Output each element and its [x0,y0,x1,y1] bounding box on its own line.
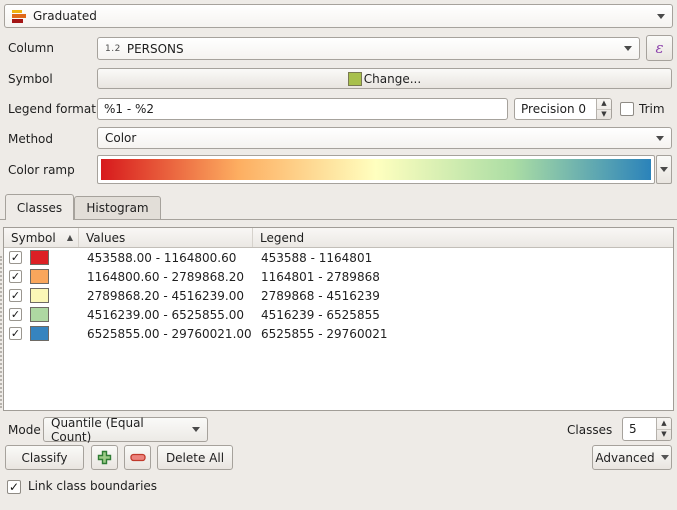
tab-classes[interactable]: Classes [5,194,74,220]
class-color-swatch[interactable] [30,269,49,284]
chevron-down-icon [661,455,669,460]
symbol-change-label: Change... [364,72,421,86]
table-row: ✓ 4516239.00 - 6525855.00 4516239 - 6525… [4,305,673,324]
color-ramp-dropdown-button[interactable] [656,155,672,184]
header-legend[interactable]: Legend [253,228,673,247]
trim-label: Trim [639,101,665,117]
chevron-down-icon [656,136,664,141]
spin-down-button[interactable]: ▼ [597,110,611,120]
classes-count-label: Classes [567,418,612,442]
table-row: ✓ 1164800.60 - 2789868.20 1164801 - 2789… [4,267,673,286]
header-values[interactable]: Values [79,228,253,247]
tab-classes-label: Classes [17,201,62,215]
class-values[interactable]: 4516239.00 - 6525855.00 [79,308,253,322]
classes-table: Symbol ▲ Values Legend ✓ 453588.00 - 116… [3,227,674,411]
renderer-type-select[interactable]: Graduated [4,4,673,28]
class-color-swatch[interactable] [30,250,49,265]
row-checkbox[interactable]: ✓ [9,308,22,321]
expression-builder-button[interactable]: ε [646,35,673,61]
class-values[interactable]: 1164800.60 - 2789868.20 [79,270,253,284]
tab-histogram-label: Histogram [86,201,148,215]
classes-table-body: ✓ 453588.00 - 1164800.60 453588 - 116480… [4,248,673,343]
classes-table-header: Symbol ▲ Values Legend [4,228,673,248]
row-checkbox[interactable]: ✓ [9,251,22,264]
method-value: Color [105,131,650,145]
spin-up-button[interactable]: ▲ [657,418,671,430]
spin-down-button[interactable]: ▼ [657,430,671,441]
renderer-type-label: Graduated [33,9,651,23]
method-combobox[interactable]: Color [97,127,672,149]
sort-ascending-icon: ▲ [67,233,73,242]
class-values[interactable]: 6525855.00 - 29760021.00 [79,327,253,341]
classify-button[interactable]: Classify [5,445,84,470]
mode-combobox[interactable]: Quantile (Equal Count) [43,417,208,442]
class-color-swatch[interactable] [30,326,49,341]
color-ramp-preview [101,159,651,180]
table-row: ✓ 6525855.00 - 29760021.00 6525855 - 297… [4,324,673,343]
legend-format-label: Legend format [8,97,96,121]
method-label: Method [8,127,53,151]
class-values[interactable]: 453588.00 - 1164800.60 [79,251,253,265]
add-class-button[interactable] [91,445,118,470]
header-symbol[interactable]: Symbol ▲ [4,228,79,247]
mode-value: Quantile (Equal Count) [51,416,186,444]
legend-format-input[interactable] [97,98,508,120]
symbol-swatch [348,72,362,86]
classes-spinbox[interactable]: 5 ▲ ▼ [622,417,672,441]
class-legend[interactable]: 4516239 - 6525855 [253,308,673,322]
decimal-field-icon: 1.2 [105,44,121,54]
remove-class-button[interactable] [124,445,151,470]
class-color-swatch[interactable] [30,288,49,303]
advanced-button[interactable]: Advanced [592,445,672,470]
graduated-renderer-icon [12,9,27,23]
column-value: PERSONS [127,42,618,56]
symbol-change-button[interactable]: Change... [97,68,672,89]
class-color-swatch[interactable] [30,307,49,322]
link-class-boundaries-label: Link class boundaries [28,476,157,496]
delete-all-button[interactable]: Delete All [157,445,233,470]
table-row: ✓ 453588.00 - 1164800.60 453588 - 116480… [4,248,673,267]
scroll-area-edge [0,256,2,408]
classes-count-value: 5 [623,418,656,440]
table-row: ✓ 2789868.20 - 4516239.00 2789868 - 4516… [4,286,673,305]
expression-epsilon-icon: ε [655,39,663,57]
class-legend[interactable]: 1164801 - 2789868 [253,270,673,284]
advanced-label: Advanced [595,451,654,465]
chevron-down-icon [660,167,668,172]
classify-label: Classify [21,451,67,465]
minus-icon [130,453,146,462]
link-class-boundaries-checkbox[interactable]: ✓ [7,480,21,494]
chevron-down-icon [624,46,632,51]
spin-up-button[interactable]: ▲ [597,99,611,110]
precision-spinbox[interactable]: Precision 0 ▲ ▼ [514,98,612,120]
class-legend[interactable]: 453588 - 1164801 [253,251,673,265]
chevron-down-icon [657,14,665,19]
symbol-label: Symbol [8,67,53,91]
mode-label: Mode [8,418,41,442]
precision-value: Precision 0 [515,99,596,119]
class-legend[interactable]: 6525855 - 29760021 [253,327,673,341]
color-ramp-button[interactable] [97,155,655,184]
graduated-symbology-panel: Graduated Column 1.2 PERSONS ε Symbol Ch… [0,0,677,510]
delete-all-label: Delete All [166,451,224,465]
row-checkbox[interactable]: ✓ [9,327,22,340]
tab-histogram[interactable]: Histogram [74,196,161,220]
plus-icon [97,450,112,465]
class-legend[interactable]: 2789868 - 4516239 [253,289,673,303]
column-label: Column [8,36,54,60]
class-values[interactable]: 2789868.20 - 4516239.00 [79,289,253,303]
row-checkbox[interactable]: ✓ [9,289,22,302]
trim-checkbox[interactable] [620,102,634,116]
row-checkbox[interactable]: ✓ [9,270,22,283]
color-ramp-label: Color ramp [8,158,75,182]
chevron-down-icon [192,427,200,432]
column-combobox[interactable]: 1.2 PERSONS [97,37,640,60]
